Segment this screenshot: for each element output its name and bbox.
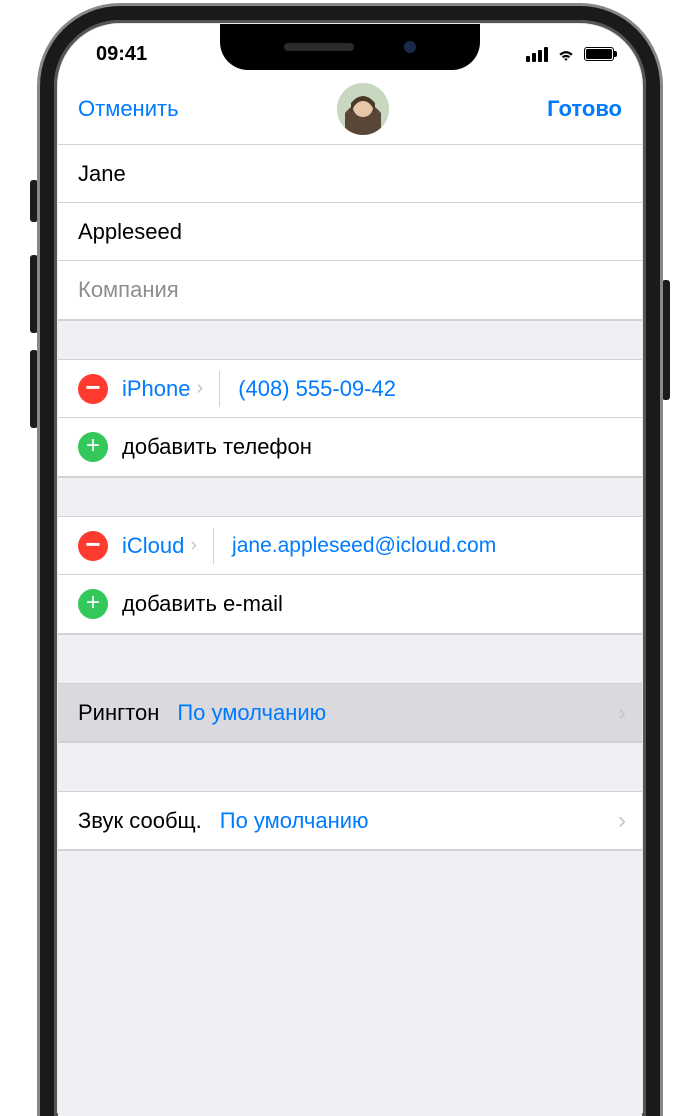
phone-type-button[interactable]: iPhone › — [122, 371, 220, 407]
phone-row[interactable]: − iPhone › (408) 555-09-42 — [58, 360, 642, 418]
phone-number-field[interactable]: (408) 555-09-42 — [220, 376, 396, 402]
first-name-field[interactable]: Jane — [58, 145, 642, 203]
add-email-label: добавить e-mail — [122, 591, 283, 617]
ringtone-row[interactable]: Рингтон По умолчанию › — [58, 684, 642, 742]
delete-phone-button[interactable]: − — [78, 374, 108, 404]
chevron-right-icon: › — [195, 377, 204, 400]
ringtone-value: По умолчанию — [177, 700, 326, 726]
company-field[interactable]: Компания — [58, 261, 642, 319]
texttone-label: Звук сообщ. — [78, 808, 202, 834]
add-phone-row[interactable]: + добавить телефон — [58, 418, 642, 476]
email-address-field[interactable]: jane.appleseed@icloud.com — [214, 534, 496, 558]
minus-icon: − — [85, 531, 100, 557]
cellular-icon — [526, 47, 548, 62]
add-phone-button[interactable]: + — [78, 432, 108, 462]
last-name-field[interactable]: Appleseed — [58, 203, 642, 261]
plus-icon: + — [86, 434, 100, 458]
first-name-value: Jane — [78, 161, 126, 187]
texttone-row[interactable]: Звук сообщ. По умолчанию › — [58, 792, 642, 850]
texttone-value: По умолчанию — [220, 808, 369, 834]
last-name-value: Appleseed — [78, 219, 182, 245]
ringtone-label: Рингтон — [78, 700, 159, 726]
company-placeholder: Компания — [78, 277, 179, 303]
chevron-right-icon: › — [618, 699, 626, 727]
device-notch — [220, 24, 480, 70]
chevron-right-icon: › — [618, 807, 626, 835]
phone-type-label: iPhone — [122, 376, 191, 402]
done-button[interactable]: Готово — [547, 96, 622, 122]
battery-icon — [584, 47, 614, 61]
add-email-row[interactable]: + добавить e-mail — [58, 575, 642, 633]
delete-email-button[interactable]: − — [78, 531, 108, 561]
cancel-button[interactable]: Отменить — [78, 96, 179, 122]
nav-bar: Отменить Готово — [58, 74, 642, 144]
email-type-button[interactable]: iCloud › — [122, 528, 214, 564]
minus-icon: − — [85, 374, 100, 400]
contact-avatar[interactable] — [337, 83, 389, 135]
add-phone-label: добавить телефон — [122, 434, 312, 460]
add-email-button[interactable]: + — [78, 589, 108, 619]
wifi-icon — [556, 46, 576, 62]
status-time: 09:41 — [96, 43, 147, 66]
chevron-right-icon: › — [188, 534, 197, 557]
email-type-label: iCloud — [122, 533, 184, 559]
plus-icon: + — [86, 591, 100, 615]
email-row[interactable]: − iCloud › jane.appleseed@icloud.com — [58, 517, 642, 575]
